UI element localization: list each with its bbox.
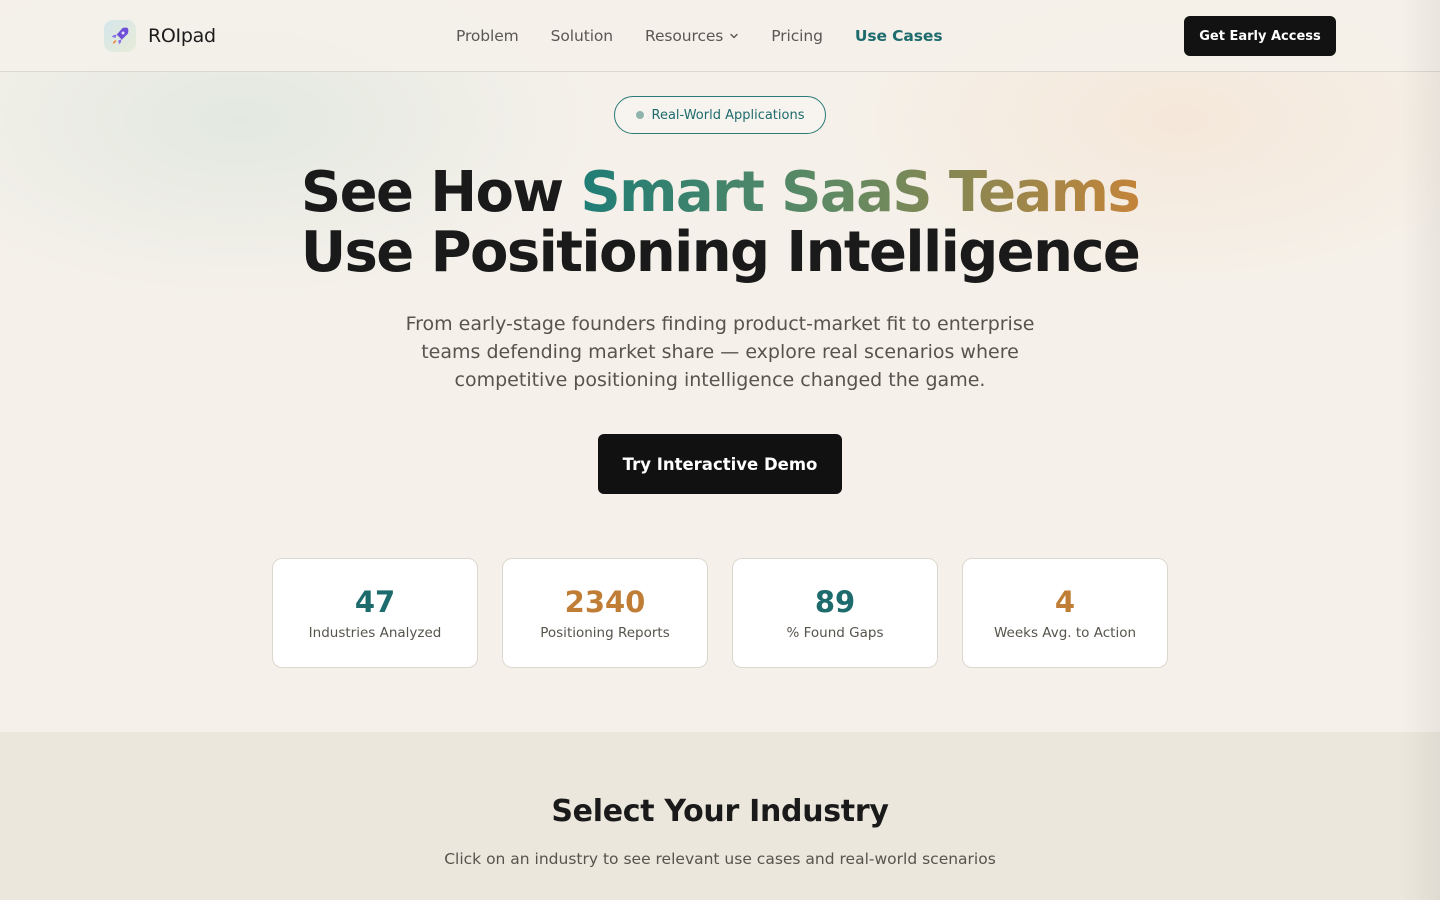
stat-card-industries: 47 Industries Analyzed	[272, 558, 478, 668]
stat-label: Positioning Reports	[540, 625, 670, 641]
nav-item-resources-label: Resources	[645, 27, 724, 45]
hero-title-highlight: Smart SaaS Teams	[580, 160, 1140, 225]
site-header: ROIpad Problem Solution Resources Pricin…	[0, 0, 1440, 72]
stat-card-reports: 2340 Positioning Reports	[502, 558, 708, 668]
hero-title-line-2: Use Positioning Intelligence	[300, 220, 1141, 285]
hero-title-prefix: See How	[300, 160, 581, 225]
stat-label: % Found Gaps	[786, 625, 884, 641]
brand-logo-link[interactable]: ROIpad	[104, 19, 216, 53]
try-interactive-demo-button[interactable]: Try Interactive Demo	[598, 434, 842, 494]
stat-label: Weeks Avg. to Action	[993, 625, 1137, 641]
industry-subtitle: Click on an industry to see relevant use…	[444, 850, 996, 868]
hero-subtitle: From early-stage founders finding produc…	[405, 313, 1035, 391]
stat-value: 47	[354, 585, 396, 619]
hero-title: See How Smart SaaS Teams Use Positioning…	[0, 163, 1440, 283]
chevron-down-icon	[730, 33, 738, 39]
hero-title-line-1: See How Smart SaaS Teams	[0, 163, 1440, 223]
nav-item-solution[interactable]: Solution	[551, 27, 613, 45]
stat-card-gaps: 89 % Found Gaps	[732, 558, 938, 668]
badge-label: Real-World Applications	[651, 107, 805, 123]
stat-value: 2340	[564, 585, 646, 619]
industry-section: Select Your Industry Click on an industr…	[0, 732, 1440, 900]
rocket-icon	[104, 20, 136, 52]
stats-row: 47 Industries Analyzed 2340 Positioning …	[272, 558, 1168, 668]
nav-item-pricing[interactable]: Pricing	[771, 27, 823, 45]
stat-card-weeks: 4 Weeks Avg. to Action	[962, 558, 1168, 668]
brand-name: ROIpad	[148, 25, 216, 47]
section-badge: Real-World Applications	[614, 96, 826, 134]
nav-item-problem[interactable]: Problem	[456, 27, 519, 45]
industry-title: Select Your Industry	[551, 794, 889, 829]
nav-item-resources[interactable]: Resources	[645, 27, 739, 45]
nav-item-use-cases[interactable]: Use Cases	[855, 27, 943, 45]
stat-label: Industries Analyzed	[308, 625, 442, 641]
stat-value: 4	[1054, 585, 1076, 619]
badge-dot-icon	[635, 111, 644, 119]
get-early-access-button[interactable]: Get Early Access	[1184, 16, 1336, 56]
main-nav: Problem Solution Resources Pricing Use C…	[456, 0, 943, 72]
stat-value: 89	[814, 585, 856, 619]
page: ROIpad Problem Solution Resources Pricin…	[0, 0, 1440, 900]
